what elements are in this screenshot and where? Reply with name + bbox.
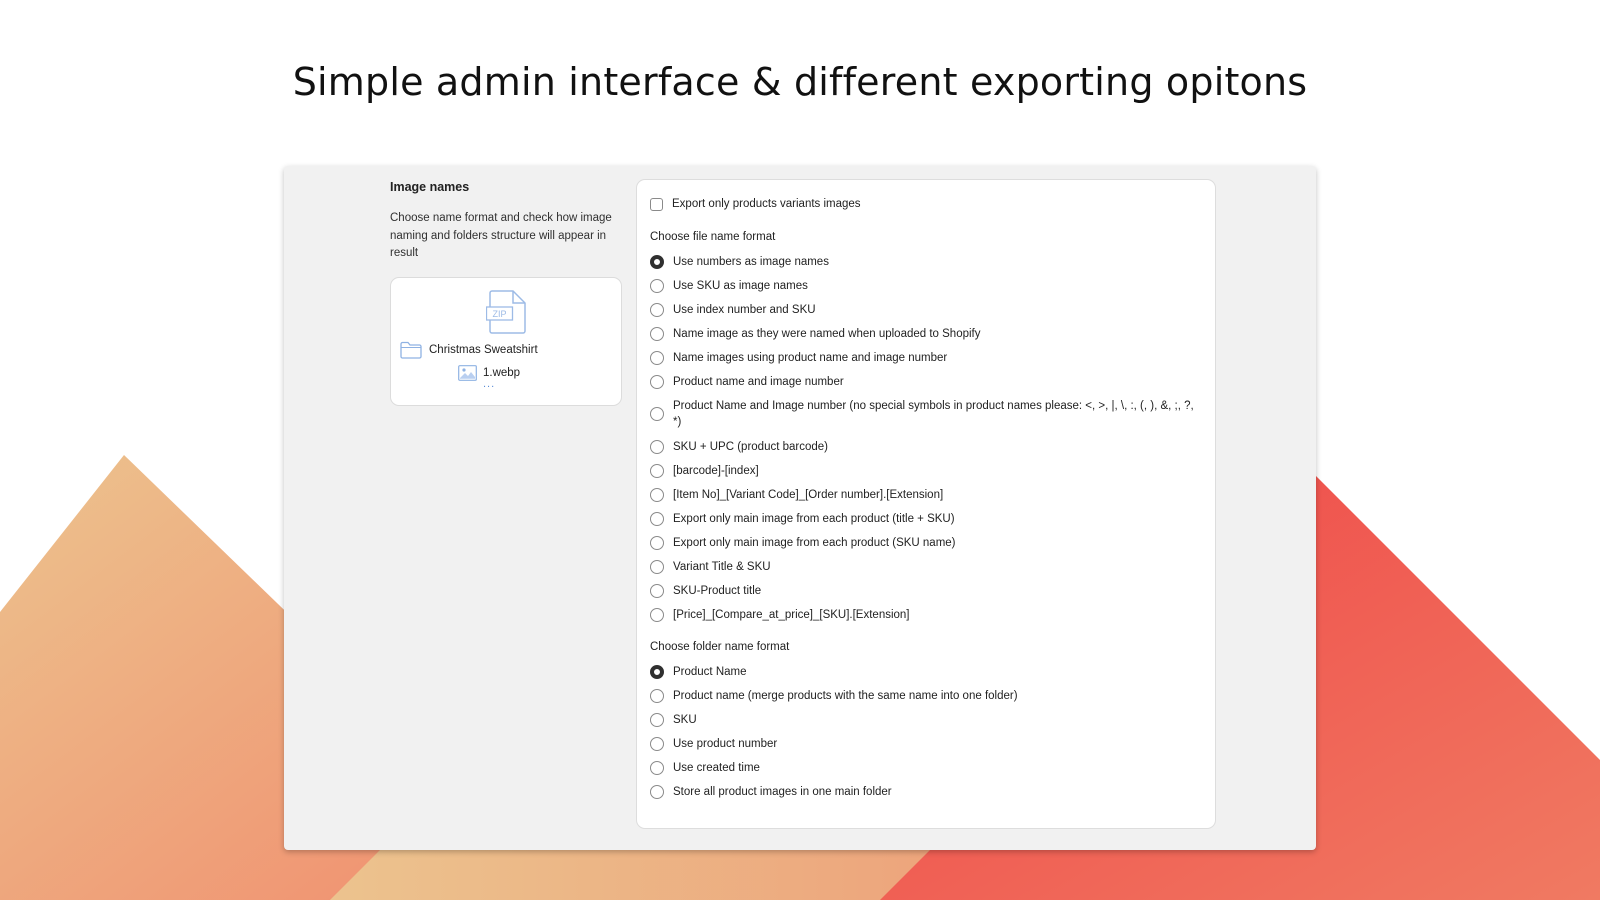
radio-button[interactable] [650,761,664,775]
file-format-option[interactable]: Use index number and SKU [650,302,1200,318]
file-format-option[interactable]: SKU + UPC (product barcode) [650,439,1200,455]
preview-folder-name: Christmas Sweatshirt [429,344,538,356]
radio-button[interactable] [650,560,664,574]
file-format-option[interactable]: Name images using product name and image… [650,350,1200,366]
settings-panel: Image names Choose name format and check… [284,166,1316,850]
radio-button[interactable] [650,665,664,679]
radio-button[interactable] [650,536,664,550]
file-format-option[interactable]: Variant Title & SKU [650,559,1200,575]
radio-button[interactable] [650,608,664,622]
folder-format-option[interactable]: Use created time [650,760,1200,776]
export-variants-checkbox[interactable] [650,197,663,211]
file-format-option[interactable]: Export only main image from each product… [650,511,1200,527]
file-format-option[interactable]: [Price]_[Compare_at_price]_[SKU].[Extens… [650,607,1200,623]
file-format-title: Choose file name format [650,231,776,243]
file-format-option[interactable]: Use numbers as image names [650,254,1200,270]
zip-file-icon: ZIP [486,290,526,334]
radio-button[interactable] [650,351,664,365]
folder-icon [400,341,422,359]
file-format-option[interactable]: Use SKU as image names [650,278,1200,294]
folder-format-option[interactable]: Product Name [650,664,1200,680]
section-description: Choose name format and check how image n… [390,212,612,259]
folder-format-option[interactable]: Product name (merge products with the sa… [650,688,1200,704]
radio-button[interactable] [650,407,664,421]
export-variants-checkbox-row[interactable]: Export only products variants images [650,196,861,212]
radio-button[interactable] [650,303,664,317]
radio-button[interactable] [650,512,664,526]
preview-folder: Christmas Sweatshirt [400,341,538,359]
zip-icon-text: ZIP [492,309,506,319]
image-file-icon [458,365,477,381]
radio-button[interactable] [650,440,664,454]
file-format-option[interactable]: Export only main image from each product… [650,535,1200,551]
radio-button[interactable] [650,488,664,502]
section-title: Image names [390,180,470,194]
folder-format-option[interactable]: Use product number [650,736,1200,752]
file-format-option[interactable]: Product name and image number [650,374,1200,390]
file-format-option[interactable]: SKU-Product title [650,583,1200,599]
radio-button[interactable] [650,737,664,751]
radio-button[interactable] [650,375,664,389]
radio-button[interactable] [650,785,664,799]
page-headline: Simple admin interface & different expor… [292,60,1308,104]
file-format-option[interactable]: Product Name and Image number (no specia… [650,398,1200,430]
naming-preview: ZIP Christmas Sweatshirt 1.webp ... [390,277,622,406]
export-variants-label: Export only products variants images [672,198,861,210]
folder-format-option[interactable]: Store all product images in one main fol… [650,784,1200,800]
file-format-option[interactable]: [Item No]_[Variant Code]_[Order number].… [650,487,1200,503]
radio-button[interactable] [650,689,664,703]
folder-format-title: Choose folder name format [650,641,790,653]
radio-button[interactable] [650,255,664,269]
options-card: Export only products variants images Cho… [636,179,1216,829]
radio-button[interactable] [650,713,664,727]
file-format-option[interactable]: Name image as they were named when uploa… [650,326,1200,342]
preview-more-ellipsis: ... [483,378,496,390]
file-format-option[interactable]: [barcode]-[index] [650,463,1200,479]
section-info: Image names Choose name format and check… [390,180,622,263]
folder-format-option[interactable]: SKU [650,712,1200,728]
radio-button[interactable] [650,464,664,478]
radio-button[interactable] [650,279,664,293]
radio-button[interactable] [650,327,664,341]
radio-button[interactable] [650,584,664,598]
warm-triangle-bottom [330,850,930,900]
